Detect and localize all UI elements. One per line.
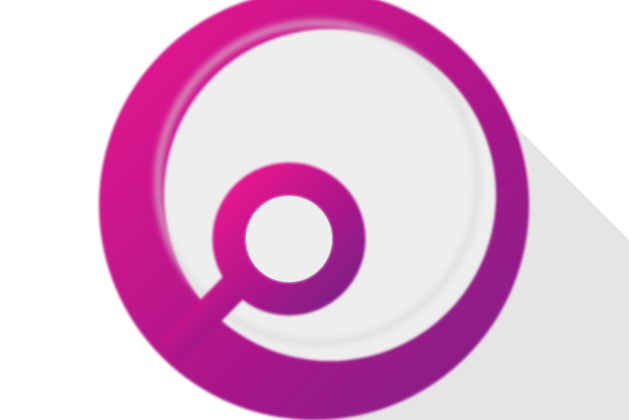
icon-canvas: [0, 0, 629, 420]
search-icon: [99, 0, 629, 420]
